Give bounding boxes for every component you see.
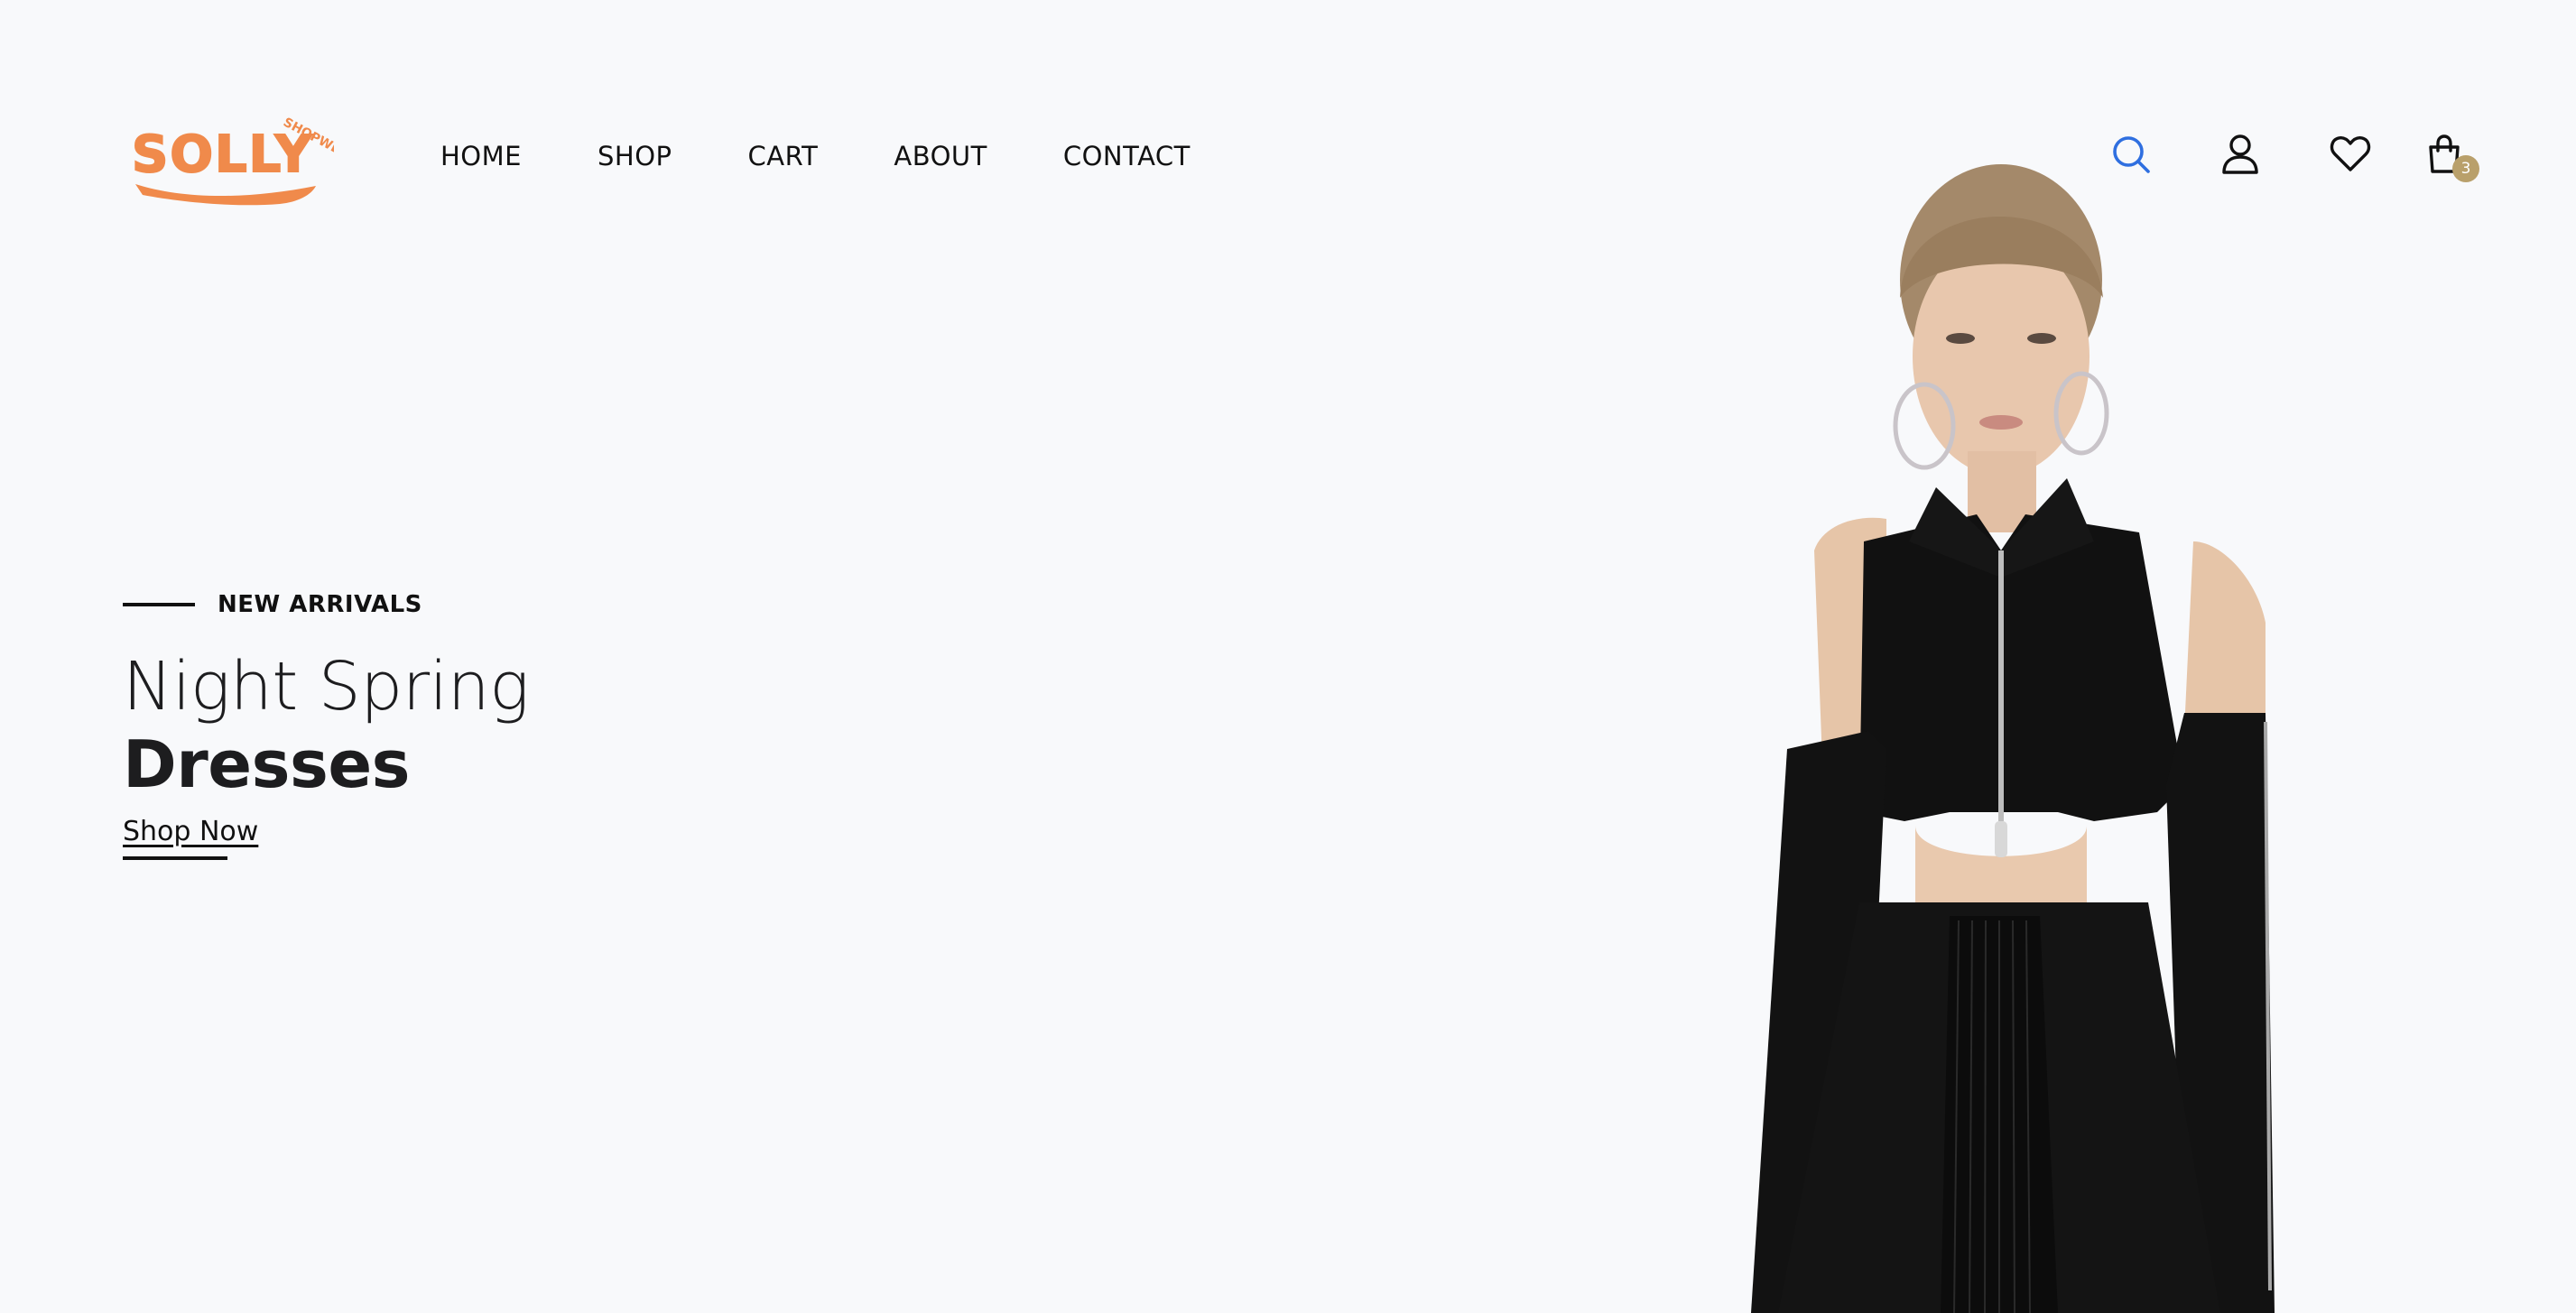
nav-cart[interactable]: CART [748, 141, 819, 171]
hero-title-line-2: Dresses [123, 726, 411, 802]
eyebrow: NEW ARRIVALS [123, 578, 935, 632]
nav-home[interactable]: HOME [440, 141, 522, 171]
hero-title-line-1: Night Spring [123, 648, 530, 726]
shop-now-label: Shop Now [123, 816, 259, 847]
brand-logo[interactable]: SHOPWE SOLLY [126, 108, 334, 208]
svg-text:SOLLY: SOLLY [132, 125, 313, 184]
hero-content: NEW ARRIVALS Night Spring Dresses Shop N… [123, 578, 935, 860]
main-navigation: HOME SHOP CART ABOUT CONTACT [440, 134, 1191, 179]
wishlist-button[interactable] [2322, 126, 2378, 182]
eyebrow-divider [123, 603, 195, 606]
cart-count-badge: 3 [2452, 155, 2479, 182]
cart-button[interactable]: 3 [2416, 126, 2479, 182]
nav-shop[interactable]: SHOP [598, 141, 672, 171]
hero-model-image [1679, 153, 2329, 1313]
shop-now-underline [123, 856, 227, 860]
nav-contact[interactable]: CONTACT [1063, 141, 1191, 171]
nav-about[interactable]: ABOUT [894, 141, 987, 171]
heart-icon [2330, 135, 2371, 173]
shop-now-link[interactable]: Shop Now [123, 816, 259, 860]
eyebrow-label: NEW ARRIVALS [218, 591, 422, 618]
